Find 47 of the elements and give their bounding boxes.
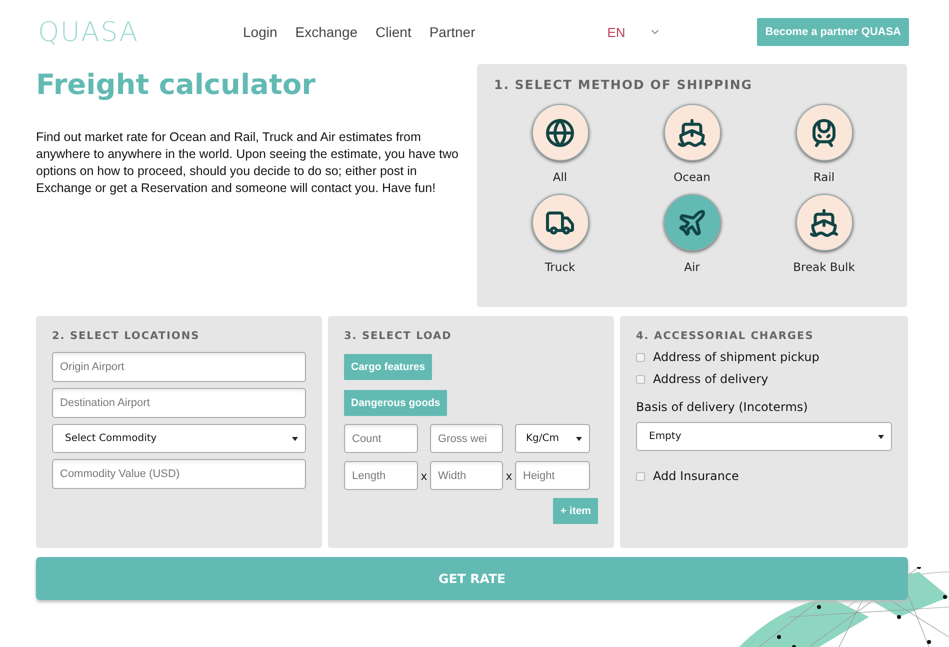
intro-text: Find out market rate for Ocean and Rail, Truck and Air estimates from anywhere to anywhere in the world. Upon seeing the estimate, you have two options on how to proceed, should you decide to do so; either post in Exchange or get a Reservation and someone will contact you. Have fun! — [36, 129, 460, 197]
nav-link[interactable]: Login — [243, 24, 278, 40]
globe-icon — [545, 118, 575, 148]
shipping-method-label: Air — [684, 260, 700, 274]
checkbox-option[interactable]: Add Insurance — [636, 469, 892, 483]
page-title: Freight calculator — [36, 68, 316, 101]
shipping-method-label: All — [552, 170, 568, 184]
times-sign: x — [420, 468, 428, 482]
panel-title: 2. SELECT LOCATIONS — [52, 330, 201, 342]
shipping-method-label: Break Bulk — [793, 260, 855, 274]
shipping-method-button[interactable] — [796, 104, 852, 161]
shipping-method-button[interactable] — [664, 104, 720, 161]
dimension-field[interactable]: Height — [515, 461, 590, 490]
checkbox[interactable] — [636, 352, 645, 362]
times-sign: x — [505, 468, 513, 482]
input-field[interactable]: Origin Airport — [52, 352, 306, 382]
shipping-method-button[interactable] — [532, 194, 588, 251]
language-selector[interactable]: EN — [607, 24, 626, 40]
input-field[interactable]: Destination Airport — [52, 388, 306, 418]
shipping-method-button[interactable] — [796, 194, 852, 251]
count-field[interactable]: Count — [344, 424, 418, 453]
weight-field[interactable]: Gross wei — [430, 424, 503, 453]
checkbox[interactable] — [636, 472, 645, 480]
commodity-select[interactable]: Select Commodity — [52, 424, 306, 453]
nav-link[interactable]: Exchange — [295, 24, 358, 40]
checkbox[interactable] — [636, 374, 645, 384]
plane-icon — [677, 208, 707, 238]
checkbox-option[interactable]: Address of shipment pickup — [636, 350, 892, 364]
incoterms-select[interactable]: Empty — [636, 422, 892, 451]
nav-link[interactable]: Partner — [429, 24, 476, 40]
shipping-method-label: Truck — [544, 260, 576, 274]
ship-icon — [677, 118, 707, 148]
dimension-field[interactable]: Width — [430, 461, 503, 490]
incoterms-label: Basis of delivery (Incoterms) — [636, 400, 809, 414]
shipping-method-button[interactable] — [532, 104, 588, 161]
panel-title: 1. SELECT METHOD OF SHIPPING — [494, 77, 754, 92]
shipping-method-label: Rail — [813, 170, 835, 184]
panel-title: 3. SELECT LOAD — [344, 330, 453, 342]
input-field[interactable]: Commodity Value (USD) — [52, 459, 306, 489]
ship-icon — [809, 208, 839, 238]
dimension-field[interactable]: Length — [344, 461, 418, 490]
panel-title: 4. ACCESSORIAL CHARGES — [636, 330, 815, 342]
nav-link[interactable]: Client — [376, 24, 412, 40]
unit-select[interactable]: Kg/Cm — [515, 424, 590, 453]
shipping-method-button[interactable] — [664, 194, 720, 251]
shipping-method-label: Ocean — [674, 170, 710, 184]
checkbox-option[interactable]: Address of delivery — [636, 372, 892, 386]
